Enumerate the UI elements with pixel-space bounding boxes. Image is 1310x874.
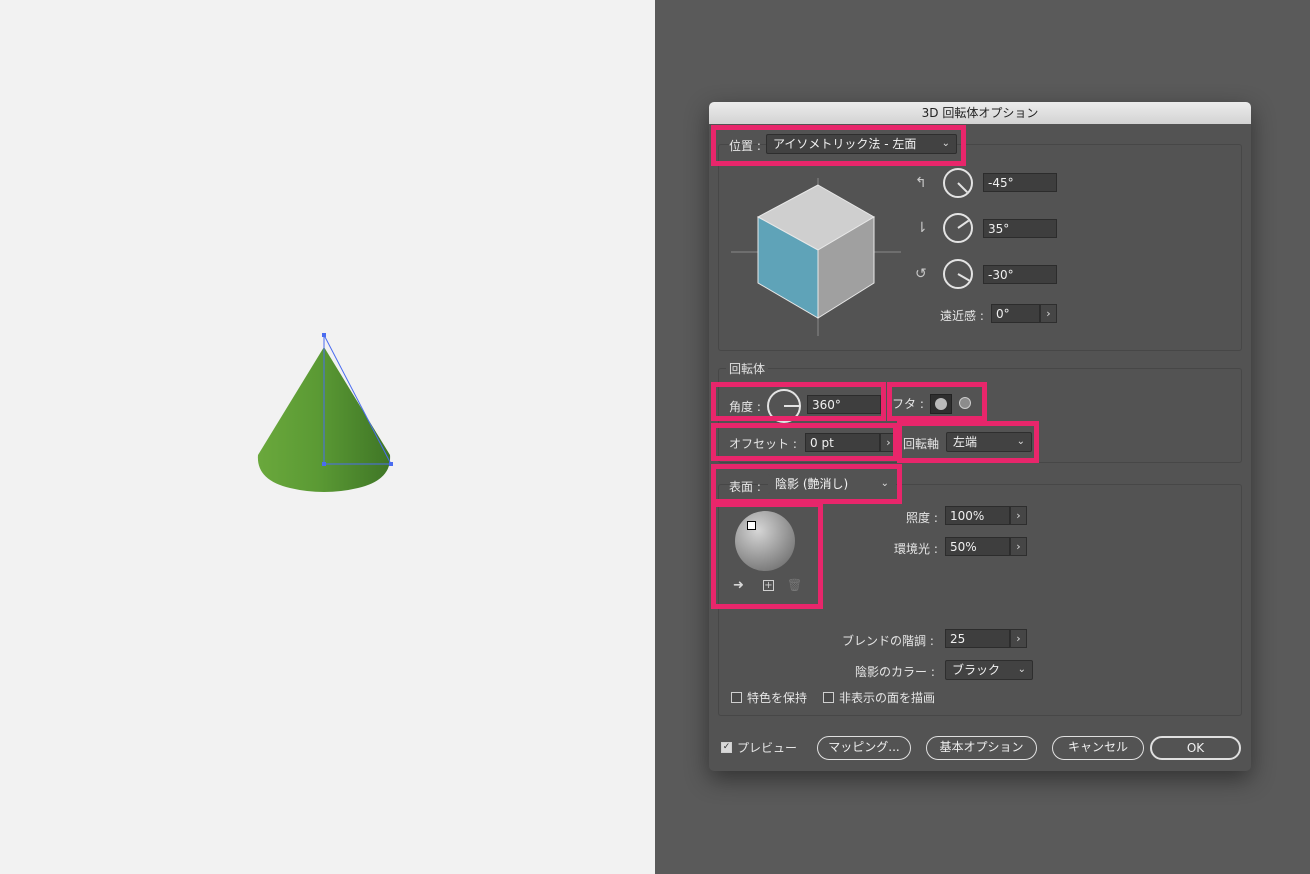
anchor-point-bottom[interactable] [389, 462, 393, 466]
blend-steps-arrow-button[interactable]: › [1010, 629, 1027, 648]
rotation-cube[interactable] [729, 170, 909, 340]
highlight-lighting [711, 502, 823, 609]
preview-label: プレビュー [737, 741, 798, 755]
intensity-arrow-button[interactable]: › [1010, 506, 1027, 525]
perspective-label: 遠近感 : [940, 309, 984, 323]
shade-color-label: 陰影のカラー : [855, 665, 935, 679]
y-rotation-dial[interactable] [943, 213, 973, 243]
highlight-offset [711, 423, 898, 461]
fewer-options-button[interactable]: 基本オプション [926, 736, 1037, 760]
ambient-arrow-button[interactable]: › [1010, 537, 1027, 556]
x-rotation-field[interactable]: -45° [983, 173, 1057, 192]
anchor-point-top[interactable] [322, 333, 326, 337]
highlight-cap [887, 382, 987, 421]
dialog-title[interactable]: 3D 回転体オプション [709, 102, 1251, 124]
ok-button[interactable]: OK [1150, 736, 1241, 760]
z-rotation-dial[interactable] [943, 259, 973, 289]
highlight-surface [711, 464, 902, 504]
shade-color-value: ブラック [952, 663, 1001, 677]
blend-steps-label: ブレンドの階調 : [842, 634, 934, 648]
z-axis-rotate-icon: ↺ [915, 266, 927, 282]
mapping-button[interactable]: マッピング... [817, 736, 911, 760]
preview-checkbox[interactable]: ✓ [721, 742, 732, 753]
z-rotation-field[interactable]: -30° [983, 265, 1057, 284]
chevron-down-icon: ⌄ [1017, 664, 1026, 675]
draw-hidden-checkbox[interactable] [823, 692, 834, 703]
ambient-field[interactable]: 50% [945, 537, 1010, 556]
preserve-spot-checkbox[interactable] [731, 692, 742, 703]
cone-artwork[interactable] [0, 0, 655, 874]
ambient-label: 環境光 : [894, 542, 938, 556]
anchor-point-axis[interactable] [322, 462, 326, 466]
x-axis-rotate-icon: ↰ [915, 175, 927, 191]
y-rotation-field[interactable]: 35° [983, 219, 1057, 238]
shade-color-select[interactable]: ブラック ⌄ [945, 660, 1033, 680]
highlight-angle [711, 382, 886, 421]
intensity-label: 照度 : [906, 511, 938, 525]
blend-steps-field[interactable]: 25 [945, 629, 1010, 648]
cancel-button[interactable]: キャンセル [1052, 736, 1144, 760]
highlight-position [711, 125, 966, 166]
draw-hidden-label: 非表示の面を描画 [839, 691, 936, 705]
intensity-field[interactable]: 100% [945, 506, 1010, 525]
preserve-spot-label: 特色を保持 [747, 691, 808, 705]
artboard [0, 0, 655, 874]
perspective-arrow-button[interactable]: › [1040, 304, 1057, 323]
revolve-options-dialog: 3D 回転体オプション 位置 : アイソメトリック法 - 左面 ⌄ ↰ -45°… [709, 102, 1251, 771]
highlight-axis [897, 421, 1039, 463]
x-rotation-dial[interactable] [943, 168, 973, 198]
y-axis-rotate-icon: ⇂ [916, 220, 928, 236]
perspective-field[interactable]: 0° [991, 304, 1040, 323]
revolve-section-label: 回転体 [726, 360, 769, 377]
